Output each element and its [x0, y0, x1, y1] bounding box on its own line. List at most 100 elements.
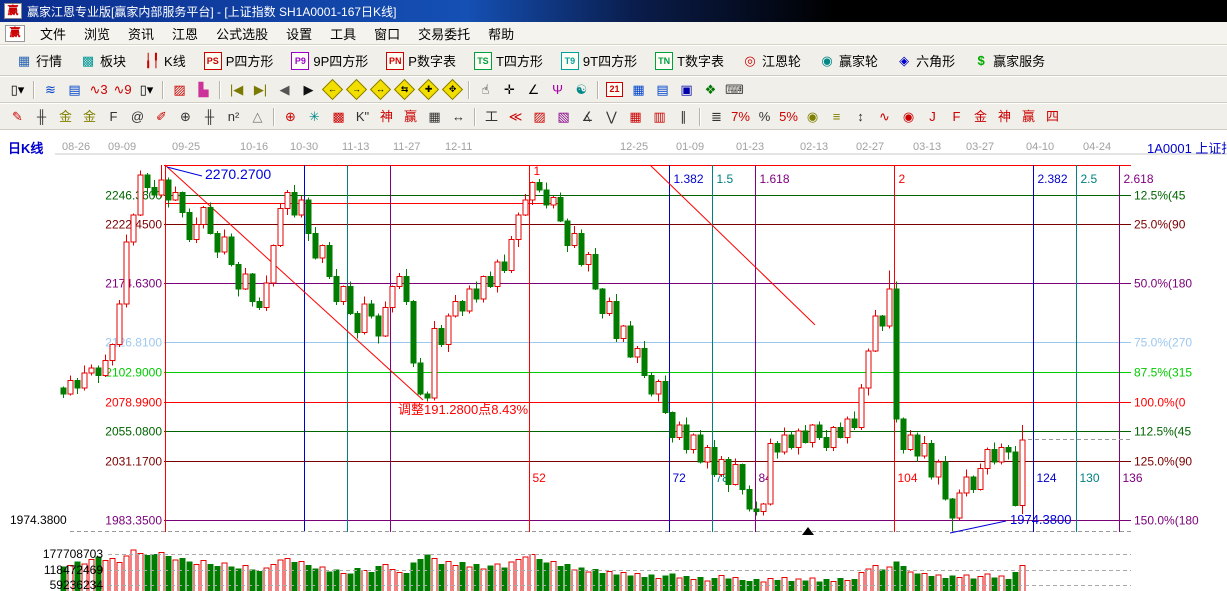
notepad-button[interactable]: ▤ [651, 78, 674, 101]
menu-item-交易委托[interactable]: 交易委托 [409, 25, 479, 44]
menu-item-帮助[interactable]: 帮助 [479, 25, 523, 44]
gann-web-button[interactable]: ✳ [303, 105, 326, 128]
shen-angle-button[interactable]: 神 [993, 105, 1016, 128]
t-square-button[interactable]: TST四方形 [466, 48, 551, 73]
t-number-table-button[interactable]: TNT数字表 [647, 48, 732, 73]
minute-chart-3-button[interactable]: ∿3 [87, 78, 110, 101]
calculator-button[interactable]: ▦ [627, 78, 650, 101]
seven-percent-button[interactable]: 7% [729, 105, 752, 128]
shen-comb-button[interactable]: 神 [375, 105, 398, 128]
gold-circle-button[interactable]: ◉ [801, 105, 824, 128]
zoom-swap-button[interactable]: ⇆ [393, 78, 416, 101]
hexagon-button[interactable]: ◈六角形 [888, 48, 963, 73]
zoom-in-all-button[interactable]: ✚ [417, 78, 440, 101]
quote-list-button[interactable]: ▤ [63, 78, 86, 101]
menu-item-工具[interactable]: 工具 [321, 25, 365, 44]
time-comb-2-icon: ╫ [205, 110, 214, 123]
ying-comb-button[interactable]: 赢 [399, 105, 422, 128]
gold-comb-2-button[interactable]: 金 [78, 105, 101, 128]
winner-service-button[interactable]: $赢家服务 [965, 48, 1053, 73]
save-button[interactable]: ▣ [675, 78, 698, 101]
9t-square-button[interactable]: T99T四方形 [553, 48, 645, 73]
crosshair-tool-button[interactable]: ✛ [498, 78, 521, 101]
angle-lines-button[interactable]: ∡ [576, 105, 599, 128]
kline-button[interactable]: ╽╿K线 [136, 48, 194, 73]
zoom-right-button[interactable]: → [345, 78, 368, 101]
nav-next-button[interactable]: ▶ [297, 78, 320, 101]
sectors-button[interactable]: ▩板块 [72, 48, 134, 73]
span-arrows-button[interactable]: ↔ [447, 105, 470, 128]
dense-grid-2-button[interactable]: ▥ [648, 105, 671, 128]
trend-scribble-button[interactable]: ≋ [39, 78, 62, 101]
scale-ratio-button[interactable]: ≣ [705, 105, 728, 128]
fibonacci-comb-button[interactable]: F [102, 105, 125, 128]
gold-angle-button[interactable]: 金 [969, 105, 992, 128]
draw-pencil-button[interactable]: ✎ [6, 105, 29, 128]
gold-red-button[interactable]: ◉ [897, 105, 920, 128]
five-percent-button[interactable]: 5% [777, 105, 800, 128]
svg-text:2078.9900: 2078.9900 [105, 396, 162, 410]
gann-wheel-button[interactable]: ◎江恩轮 [734, 48, 809, 73]
price-histogram-button[interactable]: ▙ [192, 78, 215, 101]
menu-item-浏览[interactable]: 浏览 [75, 25, 119, 44]
calendar-button[interactable]: 21 [603, 78, 626, 101]
menu-item-公式选股[interactable]: 公式选股 [207, 25, 277, 44]
menu-item-文件[interactable]: 文件 [31, 25, 75, 44]
menu-item-窗口[interactable]: 窗口 [365, 25, 409, 44]
k-quote-button[interactable]: K" [351, 105, 374, 128]
candle-style-dropdown-button[interactable]: ▯▾ [135, 78, 158, 101]
fan-lines-red-button[interactable]: ≪ [504, 105, 527, 128]
nav-prev-button[interactable]: ◀ [273, 78, 296, 101]
zoom-left-button[interactable]: ← [321, 78, 344, 101]
circle-cycle-button[interactable]: ⊕ [174, 105, 197, 128]
v-lines-button[interactable]: ⋁ [600, 105, 623, 128]
brain-analysis-button[interactable]: ☯ [570, 78, 593, 101]
period-candle-dropdown-button[interactable]: ▯▾ [6, 78, 29, 101]
gold-comb-1-button[interactable]: 金 [54, 105, 77, 128]
fan-box-2-button[interactable]: ▧ [552, 105, 575, 128]
red-target-button[interactable]: ⊕ [279, 105, 302, 128]
ying-angle-button[interactable]: 赢 [1017, 105, 1040, 128]
wave-band-button[interactable]: ∿ [873, 105, 896, 128]
nav-first-button[interactable]: |◀ [225, 78, 248, 101]
mirror-angle-button[interactable]: △ [246, 105, 269, 128]
marked-chart-button[interactable]: ▨ [168, 78, 191, 101]
percent-button[interactable]: % [753, 105, 776, 128]
chart-area[interactable]: 08-2609-0909-2510-1610-3011-1311-2712-11… [0, 130, 1227, 591]
market-quotes-button[interactable]: ▦行情 [8, 48, 70, 73]
menu-item-江恩[interactable]: 江恩 [163, 25, 207, 44]
f-angle-button[interactable]: F [945, 105, 968, 128]
flower-tool-button[interactable]: Ψ [546, 78, 569, 101]
gann-web-2-button[interactable]: ▩ [327, 105, 350, 128]
network-button[interactable]: ❖ [699, 78, 722, 101]
fan-box-button[interactable]: ▨ [528, 105, 551, 128]
p-number-table-button[interactable]: PNP数字表 [378, 48, 464, 73]
n-squared-button[interactable]: n² [222, 105, 245, 128]
beam-tool-button[interactable]: 工 [480, 105, 503, 128]
j-angle-button[interactable]: J [921, 105, 944, 128]
spiral-button[interactable]: @ [126, 105, 149, 128]
p-square-button[interactable]: PSP四方形 [196, 48, 282, 73]
quote-list-icon: ▤ [68, 83, 80, 96]
kline-chart[interactable]: 08-2609-0909-2510-1610-3011-1311-2712-11… [0, 130, 1227, 591]
zoom-horizontal-button[interactable]: ↔ [369, 78, 392, 101]
pencil-ruler-button[interactable]: ✐ [150, 105, 173, 128]
dense-grid-button[interactable]: ▦ [624, 105, 647, 128]
si-angle-button[interactable]: 四 [1041, 105, 1064, 128]
winner-wheel-button[interactable]: ◉赢家轮 [811, 48, 886, 73]
zoom-out-all-button[interactable]: ✥ [441, 78, 464, 101]
time-comb-2-button[interactable]: ╫ [198, 105, 221, 128]
menu-item-设置[interactable]: 设置 [277, 25, 321, 44]
nav-last-button[interactable]: ▶| [249, 78, 272, 101]
hand-tool-button[interactable]: ☝ [474, 78, 497, 101]
parallel-lines-button[interactable]: ∥ [672, 105, 695, 128]
time-comb-button[interactable]: ╫ [30, 105, 53, 128]
remote-computer-button[interactable]: ⌨ [723, 78, 746, 101]
grid-123-button[interactable]: ▦ [423, 105, 446, 128]
angle-measure-tool-button[interactable]: ∠ [522, 78, 545, 101]
menu-item-资讯[interactable]: 资讯 [119, 25, 163, 44]
minute-chart-9-button[interactable]: ∿9 [111, 78, 134, 101]
9p-square-button[interactable]: P99P四方形 [283, 48, 376, 73]
gold-lines-button[interactable]: ≡ [825, 105, 848, 128]
updown-pin-button[interactable]: ↕ [849, 105, 872, 128]
